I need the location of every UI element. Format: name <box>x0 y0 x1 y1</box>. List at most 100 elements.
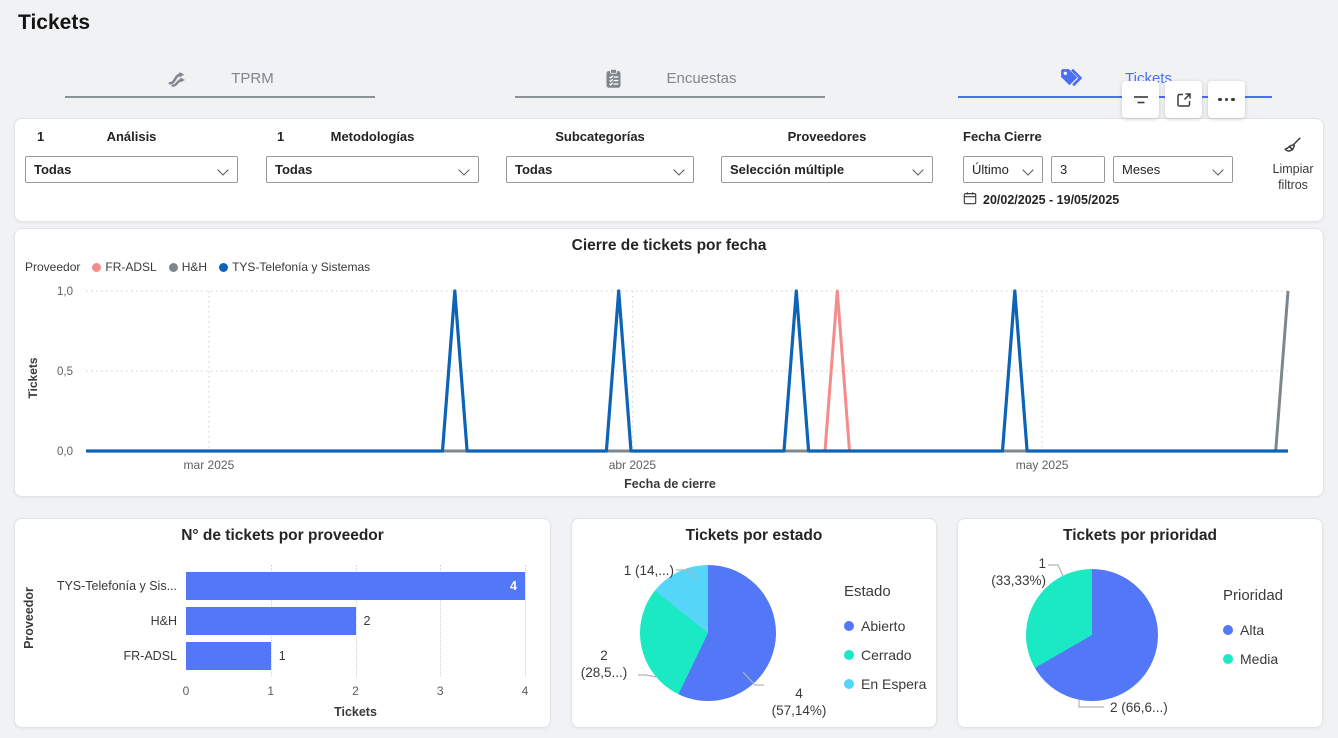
pie-prioridad-legend: Prioridad Alta Media <box>1223 587 1283 673</box>
bar-value: 1 <box>279 649 286 663</box>
calendar-icon <box>963 191 977 208</box>
close-date-period-value: Último <box>972 162 1009 177</box>
legend-dot <box>844 679 854 689</box>
bar-chart-title: N° de tickets por proveedor <box>15 527 550 545</box>
pie-prioridad-title: Tickets por prioridad <box>958 527 1322 545</box>
callout-cerrado: 2 (28,5...) <box>572 647 636 681</box>
bar[interactable]: 1 <box>186 642 271 670</box>
legend-dot <box>844 621 854 631</box>
legend-label: Abierto <box>861 618 905 634</box>
analysis-label: Análisis <box>25 129 238 144</box>
legend-label: Alta <box>1240 622 1264 638</box>
legend-label: FR-ADSL <box>105 260 156 274</box>
visual-toolbar <box>1122 81 1245 118</box>
analysis-dropdown[interactable]: Todas <box>25 156 238 183</box>
callout-media: 1 (33,33%) <box>958 555 1046 589</box>
x-tick: 0 <box>183 684 190 698</box>
pie-estado[interactable] <box>640 565 776 701</box>
legend-dot <box>169 263 178 272</box>
bar-category: TYS-Telefonía y Sis... <box>15 579 177 593</box>
legend-label: En Espera <box>861 676 926 692</box>
tab-label: TPRM <box>231 70 274 87</box>
providers-dropdown[interactable]: Selección múltiple <box>721 156 933 183</box>
legend-label: Media <box>1240 651 1278 667</box>
legend-item-media[interactable]: Media <box>1223 644 1283 673</box>
analysis-value: Todas <box>34 162 71 177</box>
legend-dot <box>1223 654 1233 664</box>
clear-filters-button[interactable]: Limpiar filtros <box>1255 135 1331 193</box>
methodologies-dropdown[interactable]: Todas <box>266 156 479 183</box>
tab-underline <box>515 96 825 98</box>
subcategories-value: Todas <box>515 162 552 177</box>
callout-en-espera: 1 (14,...) <box>580 562 674 579</box>
popout-icon[interactable] <box>1165 81 1202 118</box>
close-date-count-input[interactable]: 3 <box>1051 156 1105 183</box>
pie-prioridad-card: Tickets por prioridad 1 (33,33%) 2 (66,6… <box>957 518 1323 728</box>
legend-dot <box>1223 625 1233 635</box>
legend-item-en-espera[interactable]: En Espera <box>844 669 926 698</box>
callout-abierto: 4 (57,14%) <box>744 685 854 719</box>
legend-title: Proveedor <box>25 260 80 274</box>
svg-text:may 2025: may 2025 <box>1016 458 1069 472</box>
more-options-icon[interactable] <box>1208 81 1245 118</box>
providers-label: Proveedores <box>721 129 933 144</box>
legend-item-alta[interactable]: Alta <box>1223 615 1283 644</box>
close-date-unit-value: Meses <box>1122 162 1160 177</box>
line-chart-card: Cierre de tickets por fecha Proveedor FR… <box>14 228 1324 497</box>
providers-value: Selección múltiple <box>730 162 844 177</box>
tab-tprm[interactable]: TPRM <box>65 58 375 98</box>
close-date-unit-dropdown[interactable]: Meses <box>1113 156 1233 183</box>
legend-dot <box>92 263 101 272</box>
bar-row: FR-ADSL 1 <box>15 642 550 670</box>
bar-row: TYS-Telefonía y Sis... 4 <box>15 572 550 600</box>
bar[interactable]: 4 <box>186 572 525 600</box>
filter-icon[interactable] <box>1122 81 1159 118</box>
close-date-label: Fecha Cierre <box>963 129 1073 144</box>
methodologies-label: Metodologías <box>266 129 479 144</box>
workflow-icon <box>166 67 189 90</box>
line-chart-title: Cierre de tickets por fecha <box>15 237 1323 255</box>
bar-chart-card: N° de tickets por proveedor Proveedor TY… <box>14 518 551 728</box>
tab-encuestas[interactable]: Encuestas <box>515 58 825 98</box>
legend-item-tys[interactable]: TYS-Telefonía y Sistemas <box>219 260 370 274</box>
clear-filters-line1: Limpiar <box>1255 161 1331 177</box>
legend-item-abierto[interactable]: Abierto <box>844 611 926 640</box>
bar-value: 4 <box>510 579 517 593</box>
x-tick: 3 <box>437 684 444 698</box>
legend-item-cerrado[interactable]: Cerrado <box>844 640 926 669</box>
legend-dot <box>844 650 854 660</box>
date-range-text: 20/02/2025 - 19/05/2025 <box>983 193 1119 207</box>
clipboard-icon <box>603 68 624 89</box>
line-chart-legend: Proveedor FR-ADSL H&H TYS-Telefonía y Si… <box>25 260 370 274</box>
clear-filters-line2: filtros <box>1255 177 1331 193</box>
svg-text:abr 2025: abr 2025 <box>609 458 657 472</box>
broom-icon <box>1255 135 1331 157</box>
subcategories-dropdown[interactable]: Todas <box>506 156 694 183</box>
dashboard: Tickets TPRM Encuestas <box>0 0 1338 738</box>
ellipsis <box>1218 98 1235 102</box>
line-chart-plot[interactable]: 1,00,50,0mar 2025abr 2025may 2025 <box>15 283 1325 475</box>
bar-category: H&H <box>15 614 177 628</box>
legend-label: H&H <box>182 260 207 274</box>
bar-chart-x-axis-title: Tickets <box>186 705 525 719</box>
legend-label: Cerrado <box>861 647 912 663</box>
bar[interactable]: 2 <box>186 607 356 635</box>
legend-label: TYS-Telefonía y Sistemas <box>232 260 370 274</box>
subcategories-label: Subcategorías <box>506 129 694 144</box>
svg-text:mar 2025: mar 2025 <box>184 458 235 472</box>
callout-alta: 2 (66,6...) <box>1110 699 1168 716</box>
pie-estado-legend: Estado Abierto Cerrado En Espera <box>844 583 926 698</box>
filter-bar: 1 Análisis Todas 1 Metodologías Todas Su… <box>14 118 1324 222</box>
svg-text:0,5: 0,5 <box>57 366 73 378</box>
pie-estado-title: Tickets por estado <box>572 527 936 545</box>
svg-text:1,0: 1,0 <box>57 286 73 298</box>
legend-item-fr-adsl[interactable]: FR-ADSL <box>92 260 156 274</box>
legend-dot <box>219 263 228 272</box>
x-tick: 4 <box>522 684 529 698</box>
line-chart-x-axis-title: Fecha de cierre <box>15 477 1325 491</box>
tab-underline <box>65 96 375 98</box>
close-date-period-dropdown[interactable]: Último <box>963 156 1043 183</box>
tab-label: Encuestas <box>666 70 736 87</box>
legend-item-hh[interactable]: H&H <box>169 260 207 274</box>
methodologies-value: Todas <box>275 162 312 177</box>
